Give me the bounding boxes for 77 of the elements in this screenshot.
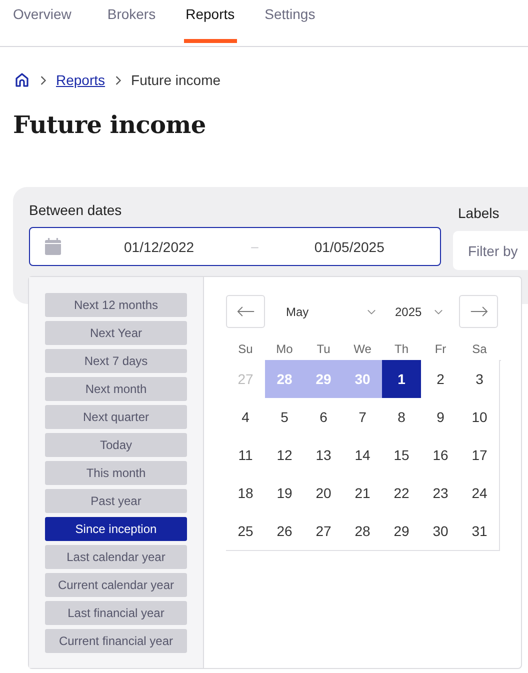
calendar-day[interactable]: 26 xyxy=(265,512,305,551)
month-select[interactable]: May xyxy=(286,304,376,318)
start-date: 01/12/2022 xyxy=(124,238,194,254)
preset-button[interactable]: Next quarter xyxy=(45,405,187,429)
calendar-day[interactable]: 23 xyxy=(421,474,461,513)
preset-button[interactable]: Today xyxy=(45,433,187,457)
calendar-day[interactable]: 28 xyxy=(343,512,383,551)
preset-button[interactable]: Since inception xyxy=(45,517,187,541)
calendar-day[interactable]: 14 xyxy=(343,436,383,475)
weekday-label: Th xyxy=(393,342,410,358)
calendar-day[interactable]: 12 xyxy=(265,436,305,475)
calendar-day[interactable]: 3 xyxy=(460,360,500,399)
chevron-down-icon xyxy=(367,308,376,314)
nav-tab[interactable]: Reports xyxy=(184,1,237,43)
calendar-day[interactable]: 19 xyxy=(265,474,305,513)
labels-field[interactable]: Filter by xyxy=(453,231,528,270)
calendar-day[interactable]: 30 xyxy=(421,512,461,551)
calendar-day[interactable]: 17 xyxy=(460,436,500,475)
weekday-label: Su xyxy=(237,342,254,358)
previous-month-button[interactable] xyxy=(226,295,265,328)
page-title: Future income xyxy=(13,110,207,139)
preset-button[interactable]: Last financial year xyxy=(45,601,187,625)
calendar-day[interactable]: 9 xyxy=(421,398,461,437)
preset-button[interactable]: Next 12 months xyxy=(45,293,187,317)
calendar-day[interactable]: 25 xyxy=(226,512,266,551)
chevron-right-icon xyxy=(40,74,47,86)
nav-tab[interactable]: Settings xyxy=(264,1,316,43)
end-date: 01/05/2025 xyxy=(314,238,384,254)
weekday-label: Fr xyxy=(434,342,448,358)
calendar-day[interactable]: 15 xyxy=(382,436,422,475)
calendar-day[interactable]: 10 xyxy=(460,398,500,437)
calendar-day[interactable]: 16 xyxy=(421,436,461,475)
chevron-down-icon xyxy=(434,308,443,314)
calendar-day[interactable]: 1 xyxy=(382,360,422,399)
calendar-day[interactable]: 11 xyxy=(226,436,266,475)
field-label: Between dates xyxy=(29,202,123,218)
calendar-day[interactable]: 18 xyxy=(226,474,266,513)
calendar-day[interactable]: 4 xyxy=(226,398,266,437)
preset-button[interactable]: Last calendar year xyxy=(45,545,187,569)
calendar-day[interactable]: 6 xyxy=(304,398,344,437)
preset-button[interactable]: This month xyxy=(45,461,187,485)
home-icon[interactable] xyxy=(14,72,30,88)
calendar-day[interactable]: 21 xyxy=(343,474,383,513)
calendar-day[interactable]: 8 xyxy=(382,398,422,437)
calendar-day[interactable]: 27 xyxy=(304,512,344,551)
preset-button[interactable]: Current financial year xyxy=(45,629,187,653)
next-month-button[interactable] xyxy=(459,295,498,328)
weekday-label: Mo xyxy=(275,342,294,358)
nav-tab[interactable]: Brokers xyxy=(107,1,156,43)
calendar-day[interactable]: 2 xyxy=(421,360,461,399)
chevron-right-icon xyxy=(115,74,122,86)
preset-button[interactable]: Next Year xyxy=(45,321,187,345)
year-select[interactable]: 2025 xyxy=(395,304,443,318)
arrow-left-icon xyxy=(236,306,254,317)
field-label: Labels xyxy=(458,205,500,221)
weekday-label: Tu xyxy=(316,342,332,358)
nav-tab[interactable]: Overview xyxy=(13,1,72,43)
calendar-day[interactable]: 20 xyxy=(304,474,344,513)
calendar-day[interactable]: 31 xyxy=(460,512,500,551)
calendar-day[interactable]: 29 xyxy=(382,512,422,551)
preset-button[interactable]: Past year xyxy=(45,489,187,513)
weekday-label: We xyxy=(352,342,372,358)
date-range-field[interactable]: 01/12/2022 – 01/05/2025 xyxy=(29,227,441,266)
date-separator: – xyxy=(251,239,258,254)
calendar-icon xyxy=(45,238,61,255)
preset-button[interactable]: Current calendar year xyxy=(45,573,187,597)
calendar-day[interactable]: 5 xyxy=(265,398,305,437)
calendar-day[interactable]: 24 xyxy=(460,474,500,513)
breadcrumb-link[interactable]: Reports xyxy=(56,72,106,88)
arrow-right-icon xyxy=(470,306,488,317)
breadcrumb-current: Future income xyxy=(131,72,221,88)
calendar-day[interactable]: 7 xyxy=(343,398,383,437)
preset-button[interactable]: Next 7 days xyxy=(45,349,187,373)
calendar-day[interactable]: 22 xyxy=(382,474,422,513)
preset-button[interactable]: Next month xyxy=(45,377,187,401)
calendar-day[interactable]: 13 xyxy=(304,436,344,475)
weekday-label: Sa xyxy=(471,342,488,358)
